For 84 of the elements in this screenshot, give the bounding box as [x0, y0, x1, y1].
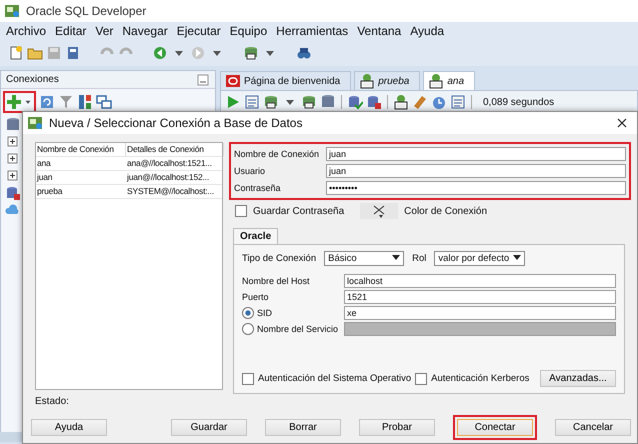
- status-label: Estado:: [35, 396, 70, 407]
- database-icon[interactable]: [243, 45, 259, 61]
- oracle-icon: [225, 73, 241, 89]
- color-picker-icon[interactable]: [360, 203, 398, 219]
- checkbox[interactable]: [415, 372, 428, 384]
- menu-item[interactable]: Ver: [95, 24, 114, 38]
- timing-text: 0,089 segundos: [483, 96, 554, 108]
- dropdown[interactable]: Básico: [324, 251, 404, 266]
- script-icon[interactable]: [244, 94, 260, 110]
- connection-icon: [27, 115, 43, 131]
- table-cell[interactable]: ana: [36, 157, 126, 170]
- menu-item[interactable]: Equipo: [230, 24, 268, 38]
- column-header[interactable]: Nombre de Conexión: [36, 143, 126, 156]
- column-header[interactable]: Detalles de Conexión: [126, 143, 224, 156]
- dialog-button[interactable]: Probar: [359, 418, 435, 436]
- field-label: Puerto: [242, 292, 270, 302]
- editor-tab[interactable]: prueba: [354, 71, 420, 90]
- database-icon: [5, 185, 21, 201]
- field-label: Tipo de Conexión: [242, 253, 316, 264]
- database-icon: [5, 117, 21, 133]
- dialog-button[interactable]: Ayuda: [31, 418, 107, 436]
- checkbox[interactable]: [242, 372, 254, 384]
- input-field[interactable]: xe: [344, 306, 616, 320]
- radio-button[interactable]: [242, 307, 254, 319]
- window-title: Oracle SQL Developer: [26, 4, 146, 18]
- menu-item[interactable]: Archivo: [6, 24, 46, 38]
- field-label: Nombre del Host: [242, 276, 311, 286]
- dropdown[interactable]: valor por defecto: [434, 251, 526, 266]
- minimize-icon[interactable]: [195, 72, 211, 88]
- dialog-button[interactable]: Conectar: [457, 418, 533, 436]
- dialog-title: Nueva / Seleccionar Conexión a Base de Datos: [49, 116, 304, 130]
- checkbox[interactable]: [235, 205, 247, 217]
- editor-tab[interactable]: Página de bienvenida: [220, 71, 352, 90]
- table-cell[interactable]: prueba: [36, 185, 126, 198]
- app-icon: [4, 3, 20, 19]
- field-label: Contraseña: [234, 183, 282, 193]
- windows-icon[interactable]: [96, 94, 112, 110]
- refresh-icon[interactable]: [39, 94, 55, 110]
- scroll-bar: [0, 432, 22, 442]
- menu-item[interactable]: Ejecutar: [176, 24, 221, 38]
- menu-item[interactable]: Ayuda: [410, 24, 444, 38]
- new-file-icon[interactable]: [8, 45, 24, 61]
- field-label: Nombre de Conexión: [234, 149, 320, 159]
- menu-item[interactable]: Ventana: [357, 24, 402, 38]
- clock-icon[interactable]: [431, 94, 447, 110]
- field-label: Rol: [412, 253, 426, 264]
- radio-label: SID: [257, 308, 272, 318]
- color-label: Color de Conexión: [404, 206, 487, 216]
- tab[interactable]: Oracle: [233, 228, 278, 244]
- input-field[interactable]: localhost: [344, 274, 616, 288]
- checkbox-label: Autenticación del Sistema Operativo: [258, 373, 412, 384]
- menu-item[interactable]: Editar: [55, 24, 86, 38]
- back-icon[interactable]: [152, 45, 168, 61]
- advanced-button[interactable]: Avanzadas...: [540, 370, 616, 387]
- close-icon[interactable]: [617, 118, 627, 128]
- input-field[interactable]: 1521: [344, 290, 616, 304]
- panel-title: Conexiones: [6, 74, 59, 85]
- editor-tab[interactable]: ana: [423, 71, 476, 90]
- schema-icon[interactable]: [77, 94, 93, 110]
- table-cell[interactable]: juan: [36, 171, 126, 184]
- format-icon[interactable]: [450, 94, 466, 110]
- database-icon[interactable]: [301, 94, 317, 110]
- table-cell[interactable]: SYSTEM@//localhost:...: [126, 185, 224, 198]
- rollback-icon[interactable]: [366, 94, 382, 110]
- menu-item[interactable]: Herramientas: [276, 24, 348, 38]
- dialog-button[interactable]: Cancelar: [555, 418, 631, 436]
- dialog-button[interactable]: Guardar: [171, 418, 247, 436]
- checkbox-label: Guardar Contraseña: [253, 206, 344, 216]
- checkbox-label: Autenticación Kerberos: [431, 373, 530, 384]
- database-icon[interactable]: [263, 94, 279, 110]
- add-icon[interactable]: [6, 94, 22, 110]
- print-icon[interactable]: [65, 45, 81, 61]
- menu-item[interactable]: Navegar: [122, 24, 168, 38]
- radio-label: Nombre del Servicio: [257, 324, 338, 334]
- database-icon[interactable]: [393, 94, 409, 110]
- dialog-button[interactable]: Borrar: [265, 418, 341, 436]
- field-label: Usuario: [234, 166, 266, 176]
- input-field[interactable]: •••••••••: [326, 181, 626, 195]
- commit-icon[interactable]: [347, 94, 363, 110]
- table-cell[interactable]: juan@//localhost:152...: [126, 171, 224, 184]
- table-cell[interactable]: ana@//localhost:1521...: [126, 157, 224, 170]
- input-field[interactable]: juan: [326, 164, 626, 178]
- binoculars-icon[interactable]: [296, 45, 312, 61]
- input-field[interactable]: juan: [326, 147, 626, 161]
